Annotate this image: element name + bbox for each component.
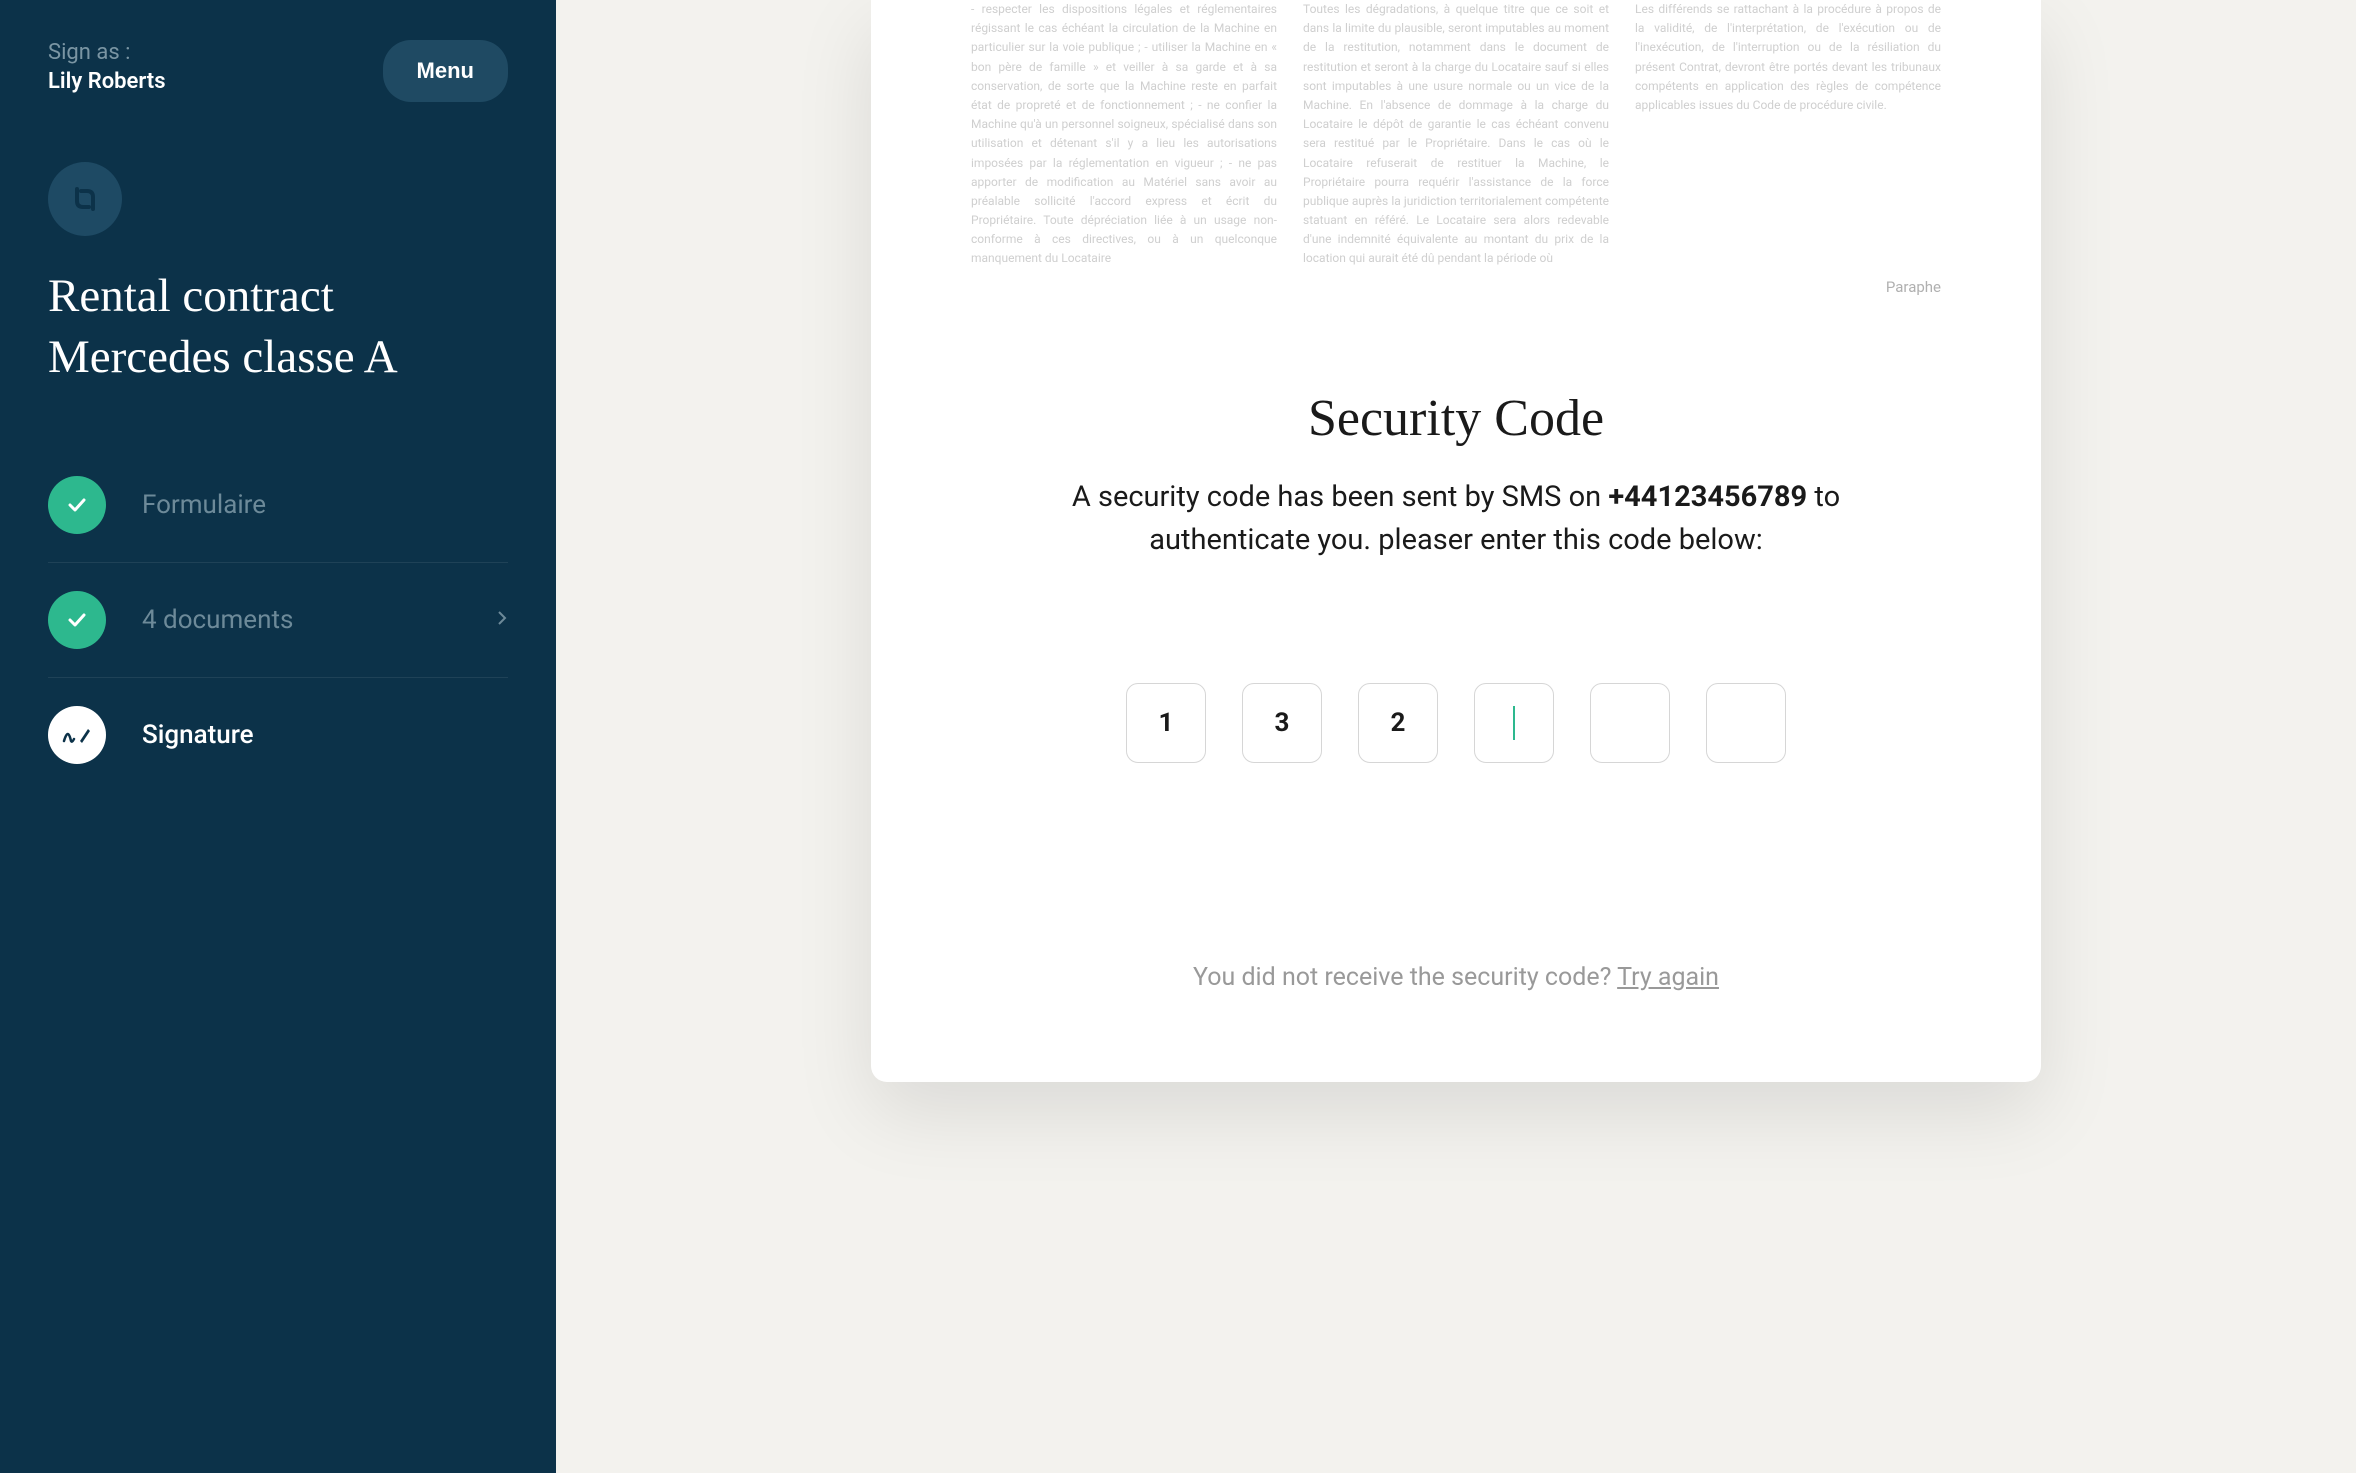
contract-title-line2: Mercedes classe A [48, 331, 398, 383]
contract-title-line1: Rental contract [48, 270, 334, 322]
not-received-row: You did not receive the security code? T… [871, 963, 2041, 992]
sign-as-label: Sign as : [48, 40, 166, 65]
code-digit-4[interactable] [1474, 683, 1554, 763]
step-documents[interactable]: 4 documents [48, 563, 508, 678]
code-digit-1[interactable]: 1 [1126, 683, 1206, 763]
security-title: Security Code [871, 389, 2041, 448]
contract-title: Rental contract Mercedes classe A [48, 266, 508, 388]
code-digit-2[interactable]: 3 [1242, 683, 1322, 763]
step-label: Signature [142, 720, 508, 750]
not-received-text: You did not receive the security code? [1193, 963, 1617, 992]
step-label: 4 documents [142, 605, 496, 635]
code-digit-5[interactable] [1590, 683, 1670, 763]
try-again-link[interactable]: Try again [1617, 963, 1719, 992]
document-card: - respecter les dispositions légales et … [871, 0, 2041, 1082]
contract-preview: - respecter les dispositions légales et … [871, 0, 2041, 289]
contract-col-1: - respecter les dispositions légales et … [971, 0, 1277, 269]
sidebar-header: Sign as : Lily Roberts Menu [48, 40, 508, 102]
contract-col-2: Toutes les dégradations, à quelque titre… [1303, 0, 1609, 269]
contract-col-3: Les différends se rattachant à la procéd… [1635, 0, 1941, 269]
step-formulaire[interactable]: Formulaire [48, 448, 508, 563]
code-digit-3[interactable]: 2 [1358, 683, 1438, 763]
code-digit-6[interactable] [1706, 683, 1786, 763]
checkmark-icon [48, 476, 106, 534]
logo-icon [67, 181, 103, 217]
sign-as-block: Sign as : Lily Roberts [48, 40, 166, 94]
menu-button[interactable]: Menu [383, 40, 508, 102]
main-content: - respecter les dispositions légales et … [556, 0, 2356, 1473]
security-description: A security code has been sent by SMS on … [1066, 476, 1846, 563]
security-desc-prefix: A security code has been sent by SMS on [1072, 480, 1609, 514]
step-signature[interactable]: Signature [48, 678, 508, 792]
security-code-section: Security Code A security code has been s… [871, 289, 2041, 992]
checkmark-icon [48, 591, 106, 649]
logo [48, 162, 122, 236]
chevron-right-icon [496, 610, 508, 631]
steps-list: Formulaire 4 documents Signature [48, 448, 508, 792]
sidebar: Sign as : Lily Roberts Menu Rental contr… [0, 0, 556, 1473]
user-name: Lily Roberts [48, 69, 166, 94]
signature-icon [48, 706, 106, 764]
security-phone: +44123456789 [1608, 480, 1807, 514]
code-input-group: 1 3 2 [871, 683, 2041, 763]
paraphe-label: Paraphe [1886, 275, 1941, 299]
step-label: Formulaire [142, 490, 508, 520]
